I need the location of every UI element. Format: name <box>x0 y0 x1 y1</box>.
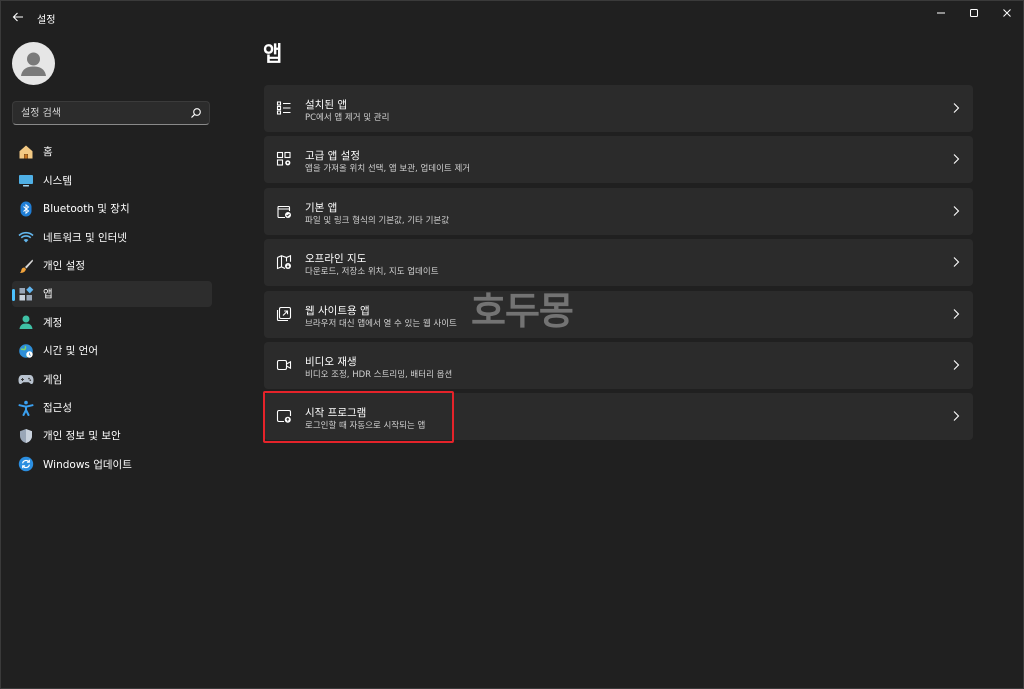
installed-apps-icon <box>276 101 291 115</box>
sidebar-item-label: 접근성 <box>43 401 72 414</box>
back-arrow-icon <box>12 12 23 22</box>
maximize-button[interactable] <box>963 4 985 22</box>
app-title: 설정 <box>37 15 56 26</box>
avatar[interactable] <box>12 42 55 85</box>
user-icon <box>21 52 46 76</box>
card-description: 비디오 조정, HDR 스트리밍, 배터리 옵션 <box>305 370 453 380</box>
search-icon[interactable] <box>190 107 202 119</box>
web-apps-icon <box>276 306 292 322</box>
accessibility-icon <box>18 400 34 416</box>
card-description: 다운로드, 저장소 위치, 지도 업데이트 <box>305 267 439 277</box>
sidebar-item-label: 시간 및 언어 <box>43 345 98 358</box>
card-description: PC에서 앱 제거 및 관리 <box>305 113 390 123</box>
card-installed-apps[interactable]: 설치된 앱 PC에서 앱 제거 및 관리 <box>264 85 973 132</box>
card-video-playback[interactable]: 비디오 재생 비디오 조정, HDR 스트리밍, 배터리 옵션 <box>264 342 973 389</box>
sidebar-item-label: 시스템 <box>43 174 72 187</box>
sidebar-item-privacy[interactable]: 개인 정보 및 보안 <box>12 423 212 449</box>
wifi-icon <box>18 232 34 243</box>
close-button[interactable] <box>996 4 1018 22</box>
sidebar-item-label: 개인 설정 <box>43 259 85 272</box>
card-apps-for-websites[interactable]: 웹 사이트용 앱 브라우저 대신 앱에서 열 수 있는 웹 사이트 <box>264 291 973 338</box>
chevron-right-icon <box>953 411 960 421</box>
card-title: 비디오 재생 <box>305 356 357 368</box>
sidebar-item-gaming[interactable]: 게임 <box>12 366 212 392</box>
sidebar-item-home[interactable]: 홈 <box>12 139 212 165</box>
card-offline-maps[interactable]: 오프라인 지도 다운로드, 저장소 위치, 지도 업데이트 <box>264 239 973 286</box>
sidebar-item-label: 계정 <box>43 316 63 329</box>
chevron-right-icon <box>953 257 960 267</box>
minimize-icon <box>937 12 945 14</box>
shield-icon <box>20 428 32 443</box>
time-language-icon <box>19 343 33 358</box>
card-title: 설치된 앱 <box>305 99 347 111</box>
default-apps-icon <box>277 205 291 219</box>
system-icon <box>19 175 33 187</box>
chevron-right-icon <box>953 103 960 113</box>
card-advanced-app-settings[interactable]: 고급 앱 설정 앱을 가져올 위치 선택, 앱 보관, 업데이트 제거 <box>264 136 973 183</box>
video-icon <box>276 359 292 371</box>
card-description: 브라우저 대신 앱에서 열 수 있는 웹 사이트 <box>305 319 457 329</box>
card-title: 고급 앱 설정 <box>305 150 360 162</box>
update-icon <box>18 457 34 472</box>
chevron-right-icon <box>953 309 960 319</box>
maximize-icon <box>970 9 978 17</box>
chevron-right-icon <box>953 206 960 216</box>
title-bar: 설정 <box>0 0 1024 34</box>
sidebar-item-accounts[interactable]: 계정 <box>12 309 212 335</box>
active-indicator <box>12 288 15 301</box>
card-title: 기본 앱 <box>305 202 338 214</box>
chevron-right-icon <box>953 360 960 370</box>
sidebar-item-windows-update[interactable]: Windows 업데이트 <box>12 451 212 477</box>
page-title: 앱 <box>263 42 283 66</box>
sidebar-item-label: Bluetooth 및 장치 <box>43 203 130 216</box>
card-title: 웹 사이트용 앱 <box>305 305 370 317</box>
sidebar-item-label: 홈 <box>43 146 53 159</box>
sidebar-item-accessibility[interactable]: 접근성 <box>12 395 212 421</box>
close-icon <box>1003 9 1011 17</box>
brush-icon <box>20 259 33 273</box>
card-title: 오프라인 지도 <box>305 253 367 265</box>
sidebar-item-bluetooth[interactable]: Bluetooth 및 장치 <box>12 196 212 222</box>
sidebar-item-apps[interactable]: 앱 <box>12 280 212 307</box>
card-description: 앱을 가져올 위치 선택, 앱 보관, 업데이트 제거 <box>305 164 471 174</box>
watermark: 호두몽 <box>471 289 574 333</box>
sidebar-item-label: 네트워크 및 인터넷 <box>43 231 127 244</box>
bluetooth-icon <box>20 201 32 217</box>
search-input[interactable] <box>21 102 186 124</box>
minimize-button[interactable] <box>930 4 952 22</box>
sidebar-nav: 홈 시스템 Bluetooth 및 장치 네트워크 및 인터넷 개인 설정 앱 … <box>12 139 212 480</box>
sidebar-item-label: 게임 <box>43 373 63 386</box>
advanced-apps-icon <box>276 151 291 166</box>
offline-maps-icon <box>276 254 292 270</box>
account-icon <box>19 315 33 330</box>
sidebar-item-label: 앱 <box>43 288 53 301</box>
back-button[interactable] <box>8 7 28 27</box>
search-box[interactable] <box>12 101 210 125</box>
gamepad-icon <box>18 375 34 385</box>
highlight-box <box>263 391 454 443</box>
sidebar-item-network[interactable]: 네트워크 및 인터넷 <box>12 224 212 250</box>
sidebar-item-label: 개인 정보 및 보안 <box>43 430 121 443</box>
sidebar-item-label: Windows 업데이트 <box>43 458 132 471</box>
home-icon <box>19 145 33 159</box>
sidebar-item-time-language[interactable]: 시간 및 언어 <box>12 338 212 364</box>
card-default-apps[interactable]: 기본 앱 파일 및 링크 형식의 기본값, 기타 기본값 <box>264 188 973 235</box>
chevron-right-icon <box>953 154 960 164</box>
sidebar-item-personalization[interactable]: 개인 설정 <box>12 253 212 279</box>
card-description: 파일 및 링크 형식의 기본값, 기타 기본값 <box>305 216 450 226</box>
sidebar-item-system[interactable]: 시스템 <box>12 167 212 193</box>
apps-icon <box>19 286 34 301</box>
